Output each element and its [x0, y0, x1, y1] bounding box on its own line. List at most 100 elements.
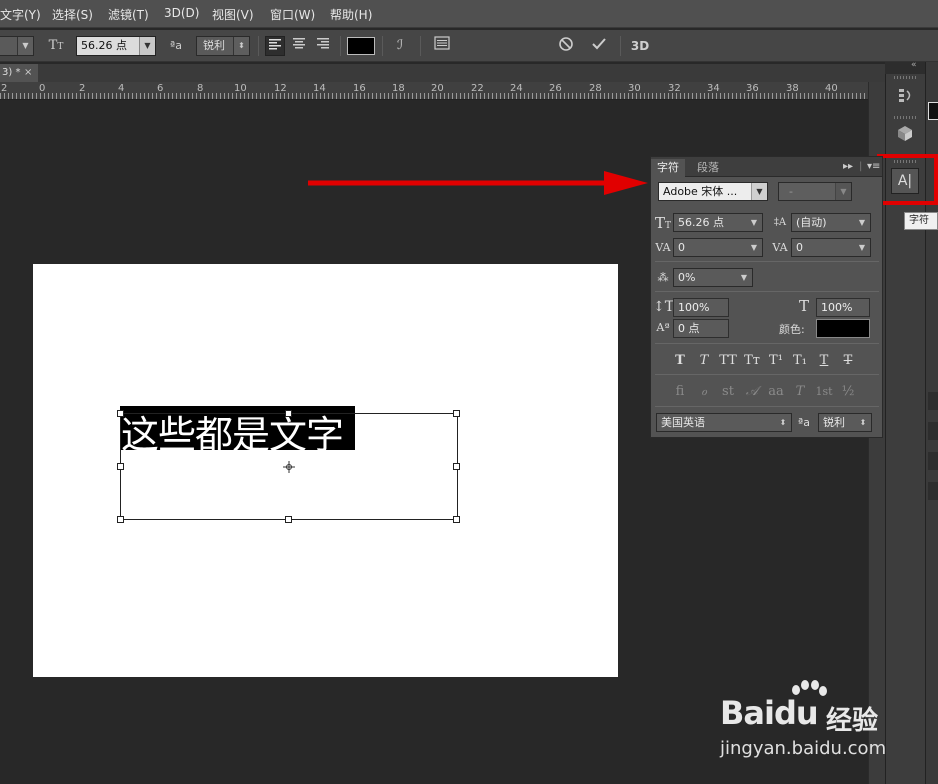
contextual-alternates-button[interactable]: ℴ — [693, 383, 715, 401]
ruler-label: 34 — [707, 83, 720, 94]
panels-toggle-icon[interactable] — [432, 36, 452, 56]
cancel-icon[interactable] — [556, 36, 576, 56]
font-family-value: Adobe 宋体 ... — [663, 185, 738, 198]
font-size-value: 56.26 点 — [678, 216, 724, 229]
strikethrough-button[interactable]: T — [837, 352, 859, 370]
tsume-dropdown[interactable]: 0% ▼ — [673, 268, 753, 287]
menu-window[interactable]: 窗口(W) — [270, 6, 315, 23]
antialias-value: 锐利 — [203, 39, 225, 52]
kerning-dropdown[interactable]: 0 ▼ — [673, 238, 763, 257]
horizontal-ruler: 2 0 2 4 6 8 10 12 14 16 18 20 22 24 26 2… — [0, 82, 868, 100]
dock-grip[interactable] — [894, 76, 916, 79]
resize-handle-top[interactable] — [285, 410, 292, 417]
font-family-dropdown[interactable]: Adobe 宋体 ... ▼ — [658, 182, 768, 201]
3d-cube-icon[interactable] — [892, 124, 918, 148]
subscript-button[interactable]: T₁ — [789, 352, 811, 370]
resize-handle-bottom-right[interactable] — [453, 516, 460, 523]
font-style-dropdown[interactable]: ▼ — [0, 36, 34, 56]
baseline-shift-icon: Aª — [656, 321, 670, 334]
ruler-label: 30 — [628, 83, 641, 94]
font-size-value: 56.26 点 — [81, 39, 127, 52]
small-caps-button[interactable]: Tт — [741, 352, 763, 370]
text-color-swatch[interactable] — [347, 37, 375, 55]
align-left-icon[interactable] — [265, 36, 285, 56]
kerning-icon: VA — [655, 241, 671, 254]
menu-view[interactable]: 视图(V) — [212, 6, 254, 23]
language-value: 美国英语 — [661, 416, 705, 429]
chevron-down-icon: ▼ — [746, 214, 762, 231]
character-panel: 字符 段落 ▸▸ | ▾≡ Adobe 宋体 ... ▼ - ▼ TT 56.2… — [650, 156, 883, 438]
color-swatch[interactable] — [816, 319, 870, 338]
tsume-value: 0% — [678, 271, 696, 284]
menu-filter[interactable]: 滤镜(T) — [108, 6, 149, 23]
tab-character[interactable]: 字符 — [651, 159, 685, 177]
font-size-dropdown[interactable]: 56.26 点 ▼ — [673, 213, 763, 232]
resize-handle-top-right[interactable] — [453, 410, 460, 417]
ordinals-button[interactable]: 1st — [813, 383, 835, 401]
dock-grip[interactable] — [894, 116, 916, 119]
ruler-label: 18 — [392, 83, 405, 94]
tracking-value: 0 — [796, 241, 803, 254]
chevron-updown-icon: ⬍ — [233, 37, 249, 55]
watermark-logo: Baidu — [720, 694, 819, 732]
ruler-label: 28 — [589, 83, 602, 94]
font-style-dropdown[interactable]: - ▼ — [778, 182, 852, 201]
tab-strip — [38, 64, 885, 82]
3d-icon[interactable]: 3D — [628, 36, 652, 56]
discretionary-ligatures-button[interactable]: st — [717, 383, 739, 401]
resize-handle-right[interactable] — [453, 463, 460, 470]
close-icon[interactable]: × — [24, 64, 32, 82]
underline-button[interactable]: T — [813, 352, 835, 370]
ruler-label: 36 — [746, 83, 759, 94]
tab-paragraph[interactable]: 段落 — [691, 159, 725, 177]
language-dropdown[interactable]: 美国英语 ⬍ — [656, 413, 792, 432]
collapse-icon[interactable]: « — [911, 60, 917, 70]
color-label: 颜色: — [779, 323, 805, 336]
baseline-shift-field[interactable]: 0 点 — [673, 319, 729, 338]
chevron-updown-icon: ⬍ — [855, 414, 871, 431]
font-size-icon: TT — [654, 214, 672, 232]
antialias-icon: ªa — [798, 416, 810, 429]
options-bar: ▼ TT 56.26 点 ▼ ªa 锐利 ⬍ ℐ 3D — [0, 30, 938, 62]
menu-type[interactable]: 文字(Y) — [0, 6, 41, 23]
horizontal-scale-field[interactable]: 100% — [816, 298, 870, 317]
fractions-button[interactable]: ½ — [837, 383, 859, 401]
horizontal-scale-icon: T — [798, 297, 809, 315]
align-center-icon[interactable] — [289, 36, 309, 56]
resize-handle-bottom-left[interactable] — [117, 516, 124, 523]
font-size-field[interactable]: 56.26 点 ▼ — [76, 36, 156, 56]
faux-bold-button[interactable]: T — [669, 352, 691, 370]
document-tab[interactable]: 3) * × — [0, 64, 38, 82]
titling-alternates-button[interactable]: T — [789, 383, 811, 401]
leading-dropdown[interactable]: (自动) ▼ — [791, 213, 871, 232]
antialias-dropdown[interactable]: 锐利 ⬍ — [818, 413, 872, 432]
resize-handle-top-left[interactable] — [117, 410, 124, 417]
tracking-dropdown[interactable]: 0 ▼ — [791, 238, 871, 257]
leading-value: (自动) — [796, 216, 827, 229]
chevron-updown-icon: ⬍ — [775, 414, 791, 431]
panel-menu-icon[interactable]: ▾≡ — [867, 159, 880, 175]
ligatures-button[interactable]: fi — [669, 383, 691, 401]
align-right-icon[interactable] — [313, 36, 333, 56]
chevron-down-icon: ▼ — [17, 37, 33, 55]
menu-help[interactable]: 帮助(H) — [330, 6, 372, 23]
swash-button[interactable]: 𝒜 — [741, 383, 763, 401]
annotation-arrow — [308, 168, 648, 201]
resize-handle-left[interactable] — [117, 463, 124, 470]
menu-3d[interactable]: 3D(D) — [164, 6, 199, 20]
all-caps-button[interactable]: TT — [717, 352, 739, 370]
faux-italic-button[interactable]: T — [693, 352, 715, 370]
menu-select[interactable]: 选择(S) — [52, 6, 93, 23]
history-icon[interactable] — [892, 86, 918, 110]
watermark-logo-right: du — [773, 694, 819, 732]
superscript-button[interactable]: T¹ — [765, 352, 787, 370]
divider: | — [859, 161, 863, 172]
resize-handle-bottom[interactable] — [285, 516, 292, 523]
antialias-dropdown[interactable]: 锐利 ⬍ — [196, 36, 250, 56]
vertical-scale-field[interactable]: 100% — [673, 298, 729, 317]
tsume-icon: ⁂ — [657, 271, 669, 284]
commit-icon[interactable] — [589, 36, 609, 56]
collapse-panel-icon[interactable]: ▸▸ — [843, 159, 853, 175]
stylistic-alternates-button[interactable]: aa — [765, 383, 787, 401]
warp-text-icon[interactable]: ℐ — [390, 36, 410, 56]
